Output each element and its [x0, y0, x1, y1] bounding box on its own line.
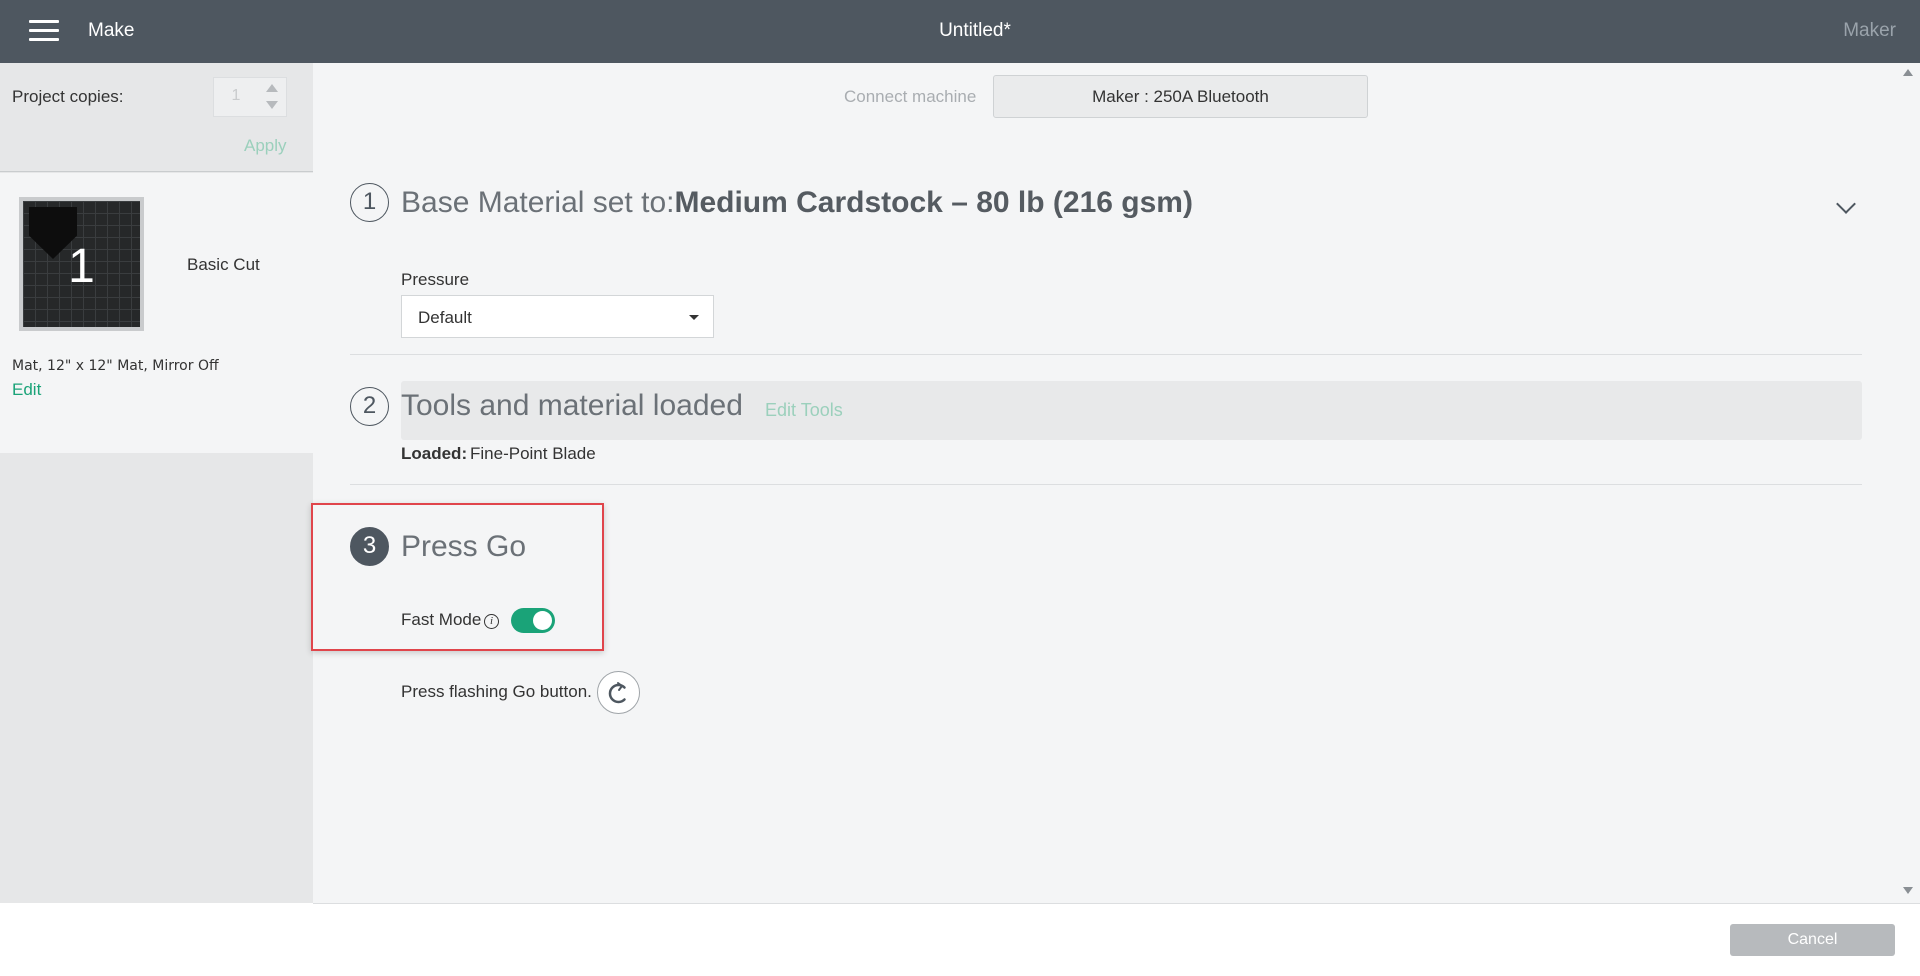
stepper-down-icon[interactable]: [266, 101, 278, 109]
step-divider: [350, 354, 1862, 355]
mat-card[interactable]: 1 Basic Cut Mat, 12" x 12" Mat, Mirror O…: [0, 173, 313, 453]
chevron-down-icon[interactable]: [1836, 194, 1856, 214]
scroll-down-arrow-icon[interactable]: [1903, 887, 1913, 894]
fast-mode-label: Fast Mode: [401, 610, 482, 629]
step-3-number: 3: [350, 527, 389, 566]
project-copies-value[interactable]: 1: [216, 87, 256, 105]
footer-bar: [313, 903, 1920, 976]
mat-description: Mat, 12" x 12" Mat, Mirror Off: [12, 358, 219, 374]
pressure-selected-value: Default: [418, 308, 472, 327]
step-1-number: 1: [350, 183, 389, 222]
machine-family-label: Maker: [1843, 20, 1896, 41]
loaded-label: Loaded:: [401, 444, 468, 463]
stepper-up-icon[interactable]: [266, 84, 278, 92]
project-copies-label: Project copies:: [12, 87, 124, 106]
mat-label: Basic Cut: [187, 255, 260, 274]
mat-thumbnail[interactable]: 1: [19, 197, 144, 331]
cancel-button[interactable]: Cancel: [1730, 924, 1895, 956]
pressure-dropdown[interactable]: Default: [401, 295, 714, 338]
project-copies-stepper[interactable]: 1: [213, 77, 287, 117]
loaded-tool-value: Fine-Point Blade: [470, 444, 596, 463]
step-1-material: Medium Cardstock – 80 lb (216 gsm): [674, 186, 1193, 219]
project-copies-panel: Project copies: 1 Apply: [0, 63, 313, 172]
fast-mode-toggle[interactable]: [511, 608, 555, 633]
apply-button[interactable]: Apply: [244, 136, 287, 156]
step-1-title: Base Material set to:Medium Cardstock – …: [401, 186, 1193, 220]
step-3-title: Press Go: [401, 530, 527, 563]
project-title: Untitled*: [939, 20, 1011, 41]
pressure-label: Pressure: [401, 270, 470, 289]
step-1-title-prefix: Base Material set to:: [401, 186, 675, 219]
toggle-knob: [533, 611, 552, 630]
step-2-title: Tools and material loaded: [401, 389, 743, 422]
mat-preview: 1: [23, 201, 140, 327]
info-icon[interactable]: i: [484, 614, 499, 629]
edit-tools-link[interactable]: Edit Tools: [765, 400, 843, 421]
press-go-instruction: Press flashing Go button.: [401, 682, 592, 701]
connect-machine-label: Connect machine: [844, 87, 977, 106]
step-2-number: 2: [350, 387, 389, 426]
step-divider: [350, 484, 1862, 485]
app-header: Make Untitled* Maker: [0, 0, 1920, 63]
machine-select-button[interactable]: Maker : 250A Bluetooth: [993, 75, 1368, 118]
mat-edit-link[interactable]: Edit: [12, 380, 41, 400]
scroll-up-arrow-icon[interactable]: [1903, 69, 1913, 76]
go-button-icon: [597, 671, 640, 714]
caret-down-icon: [689, 315, 699, 320]
mat-number: 1: [68, 240, 95, 293]
footer-left: [0, 903, 313, 976]
sidebar: Project copies: 1 Apply 1 Basic Cut Mat,…: [0, 63, 313, 903]
